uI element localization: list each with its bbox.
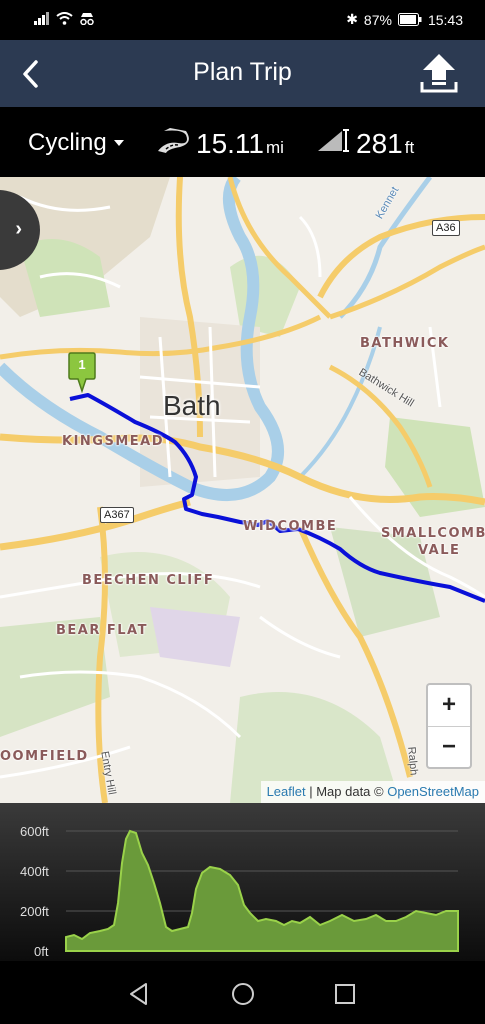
travel-mode-select[interactable]: Cycling xyxy=(28,129,125,157)
zoom-in-button[interactable]: + xyxy=(428,685,470,727)
place-label: KINGSMEAD xyxy=(62,434,164,449)
square-recents-icon xyxy=(335,984,355,1004)
start-marker[interactable]: 1 xyxy=(67,351,97,394)
road-shield: A36 xyxy=(432,220,460,236)
elevation-chart: 600ft 400ft 200ft 0ft xyxy=(20,824,459,959)
elevation-tick-label: 0ft xyxy=(34,944,49,959)
system-nav-bar xyxy=(0,961,485,1024)
clock: 15:43 xyxy=(427,11,463,28)
place-label: BATHWICK xyxy=(360,336,450,351)
distance-stat: 15.11 mi xyxy=(156,127,284,160)
app-header: Plan Trip xyxy=(0,40,485,107)
map-tiles xyxy=(0,177,485,803)
circle-home-icon xyxy=(232,983,254,1005)
marker-label: 1 xyxy=(78,357,86,372)
zoom-out-button[interactable]: − xyxy=(428,727,470,768)
place-label: SMALLCOMBE xyxy=(381,526,485,541)
incognito-icon xyxy=(80,13,94,25)
road-shield: A367 xyxy=(100,507,134,523)
attribution-text: | Map data © xyxy=(305,784,388,799)
bluetooth-icon: ✱ xyxy=(346,11,358,27)
map-attribution: Leaflet | Map data © OpenStreetMap xyxy=(260,781,485,803)
status-icons-right: ✱ 87% 15:43 xyxy=(346,11,463,28)
page-title: Plan Trip xyxy=(193,58,292,86)
osm-link[interactable]: OpenStreetMap xyxy=(387,784,479,799)
climb-icon xyxy=(318,129,349,152)
wifi-icon xyxy=(56,12,73,25)
climb-stat: 281 ft xyxy=(316,127,414,160)
place-label: BEECHEN CLIFF xyxy=(82,573,215,588)
upload-icon xyxy=(420,54,458,93)
status-bar: ✱ 87% 15:43 xyxy=(0,0,485,40)
upload-button[interactable] xyxy=(419,52,459,94)
trip-stats-bar: Cycling 15.11 mi 281 ft xyxy=(0,107,485,177)
elevation-tick-label: 600ft xyxy=(20,824,49,839)
place-label: WIDCOMBE xyxy=(243,519,338,534)
street-label: Ralph xyxy=(405,746,420,776)
route-map[interactable]: Bath BATHWICK KINGSMEAD WIDCOMBE SMALLCO… xyxy=(0,177,485,803)
elevation-area xyxy=(65,829,459,952)
road-icon xyxy=(158,128,189,153)
elevation-tick-label: 400ft xyxy=(20,864,49,879)
elevation-profile[interactable]: 600ft 400ft 200ft 0ft xyxy=(0,803,485,961)
climb-unit: ft xyxy=(404,138,415,157)
place-label: VALE xyxy=(418,543,461,558)
zoom-control: + − xyxy=(426,683,472,769)
elevation-tick-label: 200ft xyxy=(20,904,49,919)
distance-value: 15.11 xyxy=(196,128,264,159)
nav-back-button[interactable] xyxy=(126,981,152,1007)
leaflet-link[interactable]: Leaflet xyxy=(267,784,306,799)
signal-icon xyxy=(34,12,49,25)
place-label: OOMFIELD xyxy=(0,749,89,764)
chevron-right-icon: › xyxy=(15,218,22,240)
climb-value: 281 xyxy=(356,128,403,159)
nav-recents-button[interactable] xyxy=(332,981,358,1007)
battery-percent: 87% xyxy=(363,11,392,28)
travel-mode-value: Cycling xyxy=(28,129,107,156)
caret-down-icon xyxy=(113,140,124,146)
place-label: BEAR FLAT xyxy=(56,623,148,638)
triangle-back-icon xyxy=(130,983,147,1005)
nav-home-button[interactable] xyxy=(230,981,256,1007)
battery-icon xyxy=(397,13,422,26)
distance-unit: mi xyxy=(266,138,284,157)
city-label: Bath xyxy=(163,390,221,421)
status-icons-left xyxy=(34,12,95,25)
